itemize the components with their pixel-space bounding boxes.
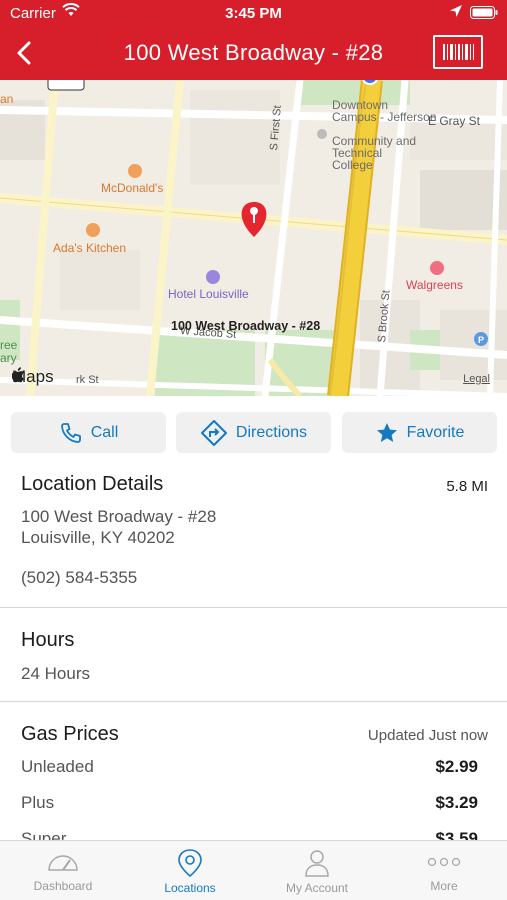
map-label-edge-ree: ree bbox=[0, 338, 18, 352]
gas-price-plus: $3.29 bbox=[435, 793, 478, 812]
map-label-edge-rk-st: rk St bbox=[76, 374, 99, 386]
map-label-walgreens: Walgreens bbox=[406, 278, 463, 292]
map-label-gray-st: E Gray St bbox=[428, 114, 481, 128]
call-button[interactable]: Call bbox=[11, 412, 166, 453]
map-label-college: College bbox=[332, 158, 373, 172]
tab-dashboard-label: Dashboard bbox=[33, 879, 93, 893]
gas-prices-section: Gas Prices Updated Just now Unleaded $2.… bbox=[0, 702, 507, 852]
gas-prices-heading: Gas Prices bbox=[21, 723, 119, 745]
nav-bar: 100 West Broadway - #28 bbox=[0, 28, 507, 80]
person-icon bbox=[305, 850, 329, 877]
svg-text:P: P bbox=[478, 335, 484, 345]
favorite-button[interactable]: Favorite bbox=[342, 412, 497, 453]
hours-heading: Hours bbox=[21, 629, 75, 651]
tab-locations[interactable]: Locations bbox=[127, 841, 253, 900]
map-view[interactable]: P Downtown Campus - Jefferson Community … bbox=[0, 80, 507, 396]
map-label-edge-ary: ary bbox=[0, 351, 17, 365]
gauge-icon bbox=[48, 855, 78, 871]
map-label-adas-kitchen: Ada's Kitchen bbox=[53, 241, 127, 255]
location-pin-icon bbox=[178, 849, 202, 878]
map-pin-label: 100 West Broadway - #28 bbox=[171, 319, 321, 333]
location-details-section: Location Details 5.8 MI 100 West Broadwa… bbox=[0, 462, 507, 608]
map-label-edge-an: an bbox=[0, 92, 14, 106]
hours-section: Hours 24 Hours bbox=[0, 608, 507, 702]
address-line-2: Louisville, KY 40202 bbox=[21, 528, 175, 547]
address-line-1: 100 West Broadway - #28 bbox=[21, 507, 217, 526]
apple-maps-attribution: Maps bbox=[12, 367, 54, 387]
map-label-hotel-louisville: Hotel Louisville bbox=[168, 287, 249, 301]
phone-icon bbox=[60, 422, 81, 443]
tab-my-account[interactable]: My Account bbox=[254, 841, 380, 900]
header: Carrier 3:45 PM 100 West Broadway - #28 bbox=[0, 0, 507, 80]
directions-icon bbox=[200, 419, 227, 446]
page-title: 100 West Broadway - #28 bbox=[123, 40, 384, 65]
location-details-heading: Location Details bbox=[21, 473, 164, 495]
star-icon bbox=[376, 422, 397, 442]
action-bar: Call Directions Favorite bbox=[0, 396, 507, 462]
battery-icon bbox=[470, 6, 498, 23]
tab-more-label: More bbox=[430, 879, 458, 893]
distance-label: 5.8 MI bbox=[446, 478, 488, 495]
barcode-button[interactable] bbox=[433, 35, 483, 69]
updated-label: Updated Just now bbox=[367, 727, 488, 744]
apple-logo-icon bbox=[12, 367, 24, 383]
gas-price-unleaded: $2.99 bbox=[435, 757, 478, 776]
tab-dashboard[interactable]: Dashboard bbox=[0, 841, 126, 900]
more-dots-icon bbox=[427, 857, 461, 867]
call-label: Call bbox=[90, 423, 119, 441]
clock: 3:45 PM bbox=[225, 5, 282, 22]
barcode-icon bbox=[443, 44, 474, 60]
hours-value: 24 Hours bbox=[21, 664, 90, 683]
legal-link[interactable]: Legal bbox=[463, 373, 490, 385]
map-label-campus: Campus - Jefferson bbox=[332, 110, 437, 124]
favorite-label: Favorite bbox=[406, 423, 465, 441]
gas-grade-plus: Plus bbox=[21, 793, 55, 812]
tab-locations-label: Locations bbox=[164, 881, 216, 895]
phone-number[interactable]: (502) 584-5355 bbox=[21, 568, 137, 588]
gas-grade-unleaded: Unleaded bbox=[21, 757, 94, 776]
map-label-mcdonalds: McDonald's bbox=[101, 181, 164, 195]
status-bar: Carrier 3:45 PM bbox=[0, 0, 507, 28]
tab-bar: Dashboard Locations My Account More bbox=[0, 840, 507, 900]
tab-more[interactable]: More bbox=[381, 841, 507, 900]
location-arrow-icon bbox=[449, 4, 463, 22]
directions-button[interactable]: Directions bbox=[176, 412, 331, 453]
tab-my-account-label: My Account bbox=[285, 881, 349, 895]
directions-label: Directions bbox=[235, 423, 308, 441]
